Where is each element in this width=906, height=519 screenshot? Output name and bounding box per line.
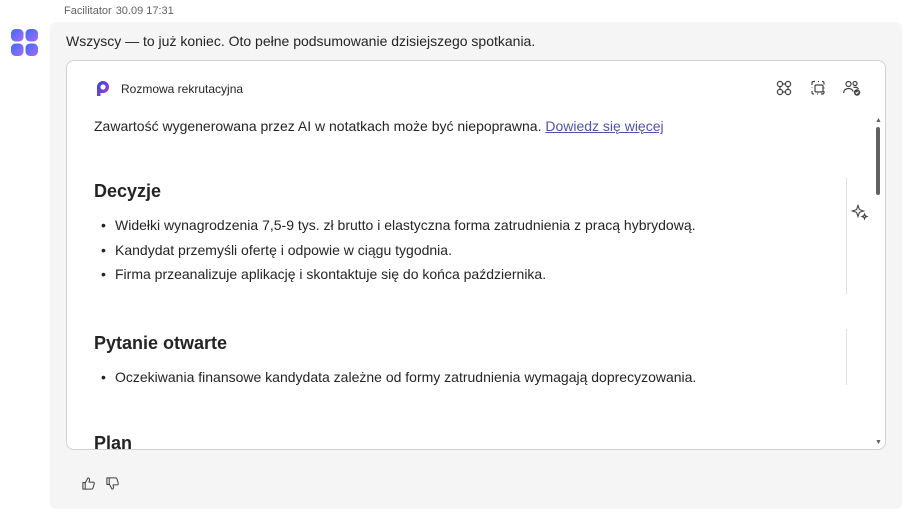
section-heading-decisions: Decyzje (94, 181, 162, 201)
ai-disclaimer-text: Zawartość wygenerowana przez AI w notatk… (94, 118, 542, 134)
copilot-sparkle-icon (10, 28, 39, 57)
sparkle-icon[interactable] (850, 203, 869, 221)
scroll-down-icon[interactable]: ▼ (875, 439, 882, 447)
decisions-list: Widełki wynagrodzenia 7,5-9 tys. zł brut… (94, 216, 696, 290)
message-meta: Facilitator 30.09 17:31 (64, 5, 174, 17)
message-timestamp: 30.09 17:31 (115, 5, 174, 17)
list-item: Oczekiwania finansowe kandydata zależne … (94, 368, 696, 393)
list-item: Widełki wynagrodzenia 7,5-9 tys. zł brut… (94, 216, 696, 241)
list-item: Firma przeanalizuje aplikację i skontakt… (94, 265, 696, 290)
thumbs-up-icon[interactable] (80, 475, 96, 491)
copy-frame-icon[interactable] (807, 77, 829, 99)
message-text: Wszyscy — to już koniec. Oto pełne podsu… (66, 33, 536, 49)
section-divider (846, 329, 847, 385)
sender-name: Facilitator (64, 5, 112, 17)
people-check-icon[interactable] (841, 77, 863, 99)
open-question-list: Oczekiwania finansowe kandydata zależne … (94, 368, 696, 393)
thumbs-down-icon[interactable] (104, 475, 120, 491)
reactions (80, 475, 120, 491)
ai-disclaimer: Zawartość wygenerowana przez AI w notatk… (94, 117, 846, 135)
loop-app-icon (93, 79, 113, 99)
list-item: Kandydat przemyśli ofertę i odpowie w ci… (94, 241, 696, 266)
section-heading-plan: Plan (94, 433, 133, 450)
card-header-actions (773, 77, 863, 99)
card-title: Rozmowa rekrutacyjna (121, 82, 244, 96)
card-scrollbar[interactable]: ▲ ▼ (872, 117, 884, 447)
scroll-up-icon[interactable]: ▲ (875, 117, 882, 125)
message-bubble: Wszyscy — to już koniec. Oto pełne podsu… (50, 22, 902, 509)
meeting-summary-card: Rozmowa rekrutacyjna Zawartość wygenerow… (66, 60, 886, 450)
summary-content: Zawartość wygenerowana przez AI w notatk… (94, 117, 846, 450)
section-divider (846, 178, 847, 294)
section-heading-open-question: Pytanie otwarte (94, 333, 228, 353)
loop-components-icon[interactable] (773, 77, 795, 99)
learn-more-link[interactable]: Dowiedz się więcej (545, 118, 663, 134)
card-header: Rozmowa rekrutacyjna (93, 79, 243, 99)
scroll-thumb[interactable] (876, 127, 880, 195)
